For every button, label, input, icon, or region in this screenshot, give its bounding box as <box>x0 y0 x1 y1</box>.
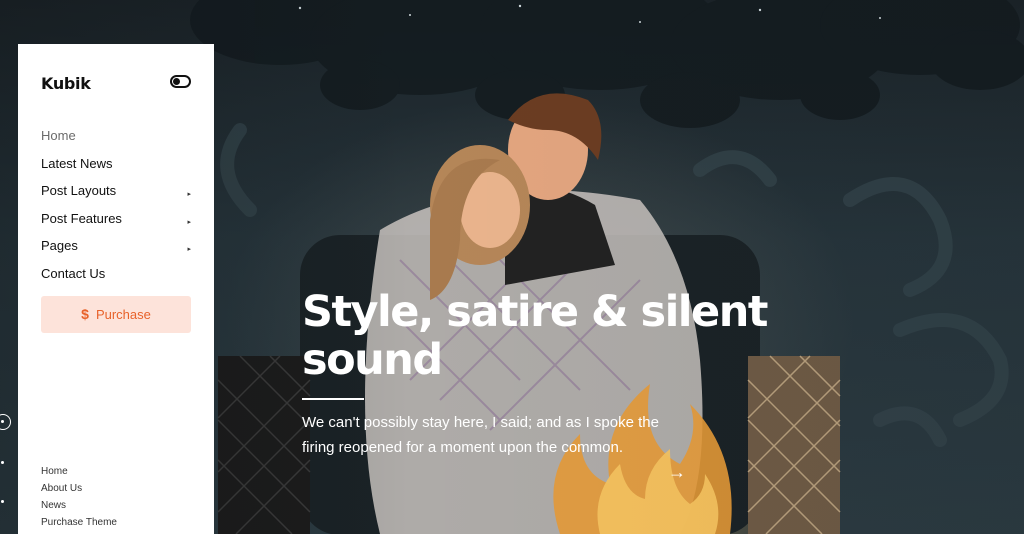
menu-item-post-layouts[interactable]: Post Layouts ▸ <box>41 183 191 211</box>
hero-excerpt: We can't possibly stay here, I said; and… <box>302 414 659 456</box>
main-menu: Home Latest News Post Layouts ▸ Post Fea… <box>41 128 191 293</box>
sidebar: Kubik Home Latest News Post Layouts ▸ Po… <box>18 44 214 534</box>
menu-item-contact-us[interactable]: Contact Us <box>41 266 191 294</box>
hero-title[interactable]: Style, satire & silent sound <box>302 288 772 384</box>
menu-item-label: Pages <box>41 238 78 253</box>
slider-dot[interactable] <box>1 500 4 503</box>
dollar-icon: $ <box>81 306 89 322</box>
menu-item-latest-news[interactable]: Latest News <box>41 156 191 184</box>
menu-item-label: Latest News <box>41 155 113 171</box>
caret-right-icon: ▸ <box>187 246 191 253</box>
footer-link-purchase-theme[interactable]: Purchase Theme <box>41 514 117 531</box>
menu-item-label: Contact Us <box>41 265 106 281</box>
menu-item-home[interactable]: Home <box>41 128 191 156</box>
footer-link-about-us[interactable]: About Us <box>41 480 117 497</box>
footer-links: Home About Us News Purchase Theme <box>41 463 117 531</box>
purchase-label: Purchase <box>95 307 151 322</box>
toggle-switch-icon[interactable] <box>170 75 191 88</box>
caret-right-icon: ▸ <box>187 191 191 198</box>
site-logo[interactable]: Kubik <box>41 74 91 93</box>
footer-link-home[interactable]: Home <box>41 463 117 480</box>
footer-link-news[interactable]: News <box>41 497 117 514</box>
menu-item-label: Post Layouts <box>41 183 117 198</box>
menu-item-label: Home <box>41 128 76 143</box>
menu-item-label: Post Features <box>41 210 122 226</box>
hero-divider <box>302 398 364 400</box>
slider-dot[interactable] <box>1 461 4 464</box>
toggle-knob <box>173 78 180 85</box>
menu-item-pages[interactable]: Pages ▸ <box>41 238 191 266</box>
caret-right-icon: ▸ <box>187 218 191 226</box>
purchase-button[interactable]: $ Purchase <box>41 296 191 333</box>
menu-item-post-features[interactable]: Post Features ▸ <box>41 211 191 239</box>
arrow-right-icon[interactable]: → <box>668 462 686 482</box>
